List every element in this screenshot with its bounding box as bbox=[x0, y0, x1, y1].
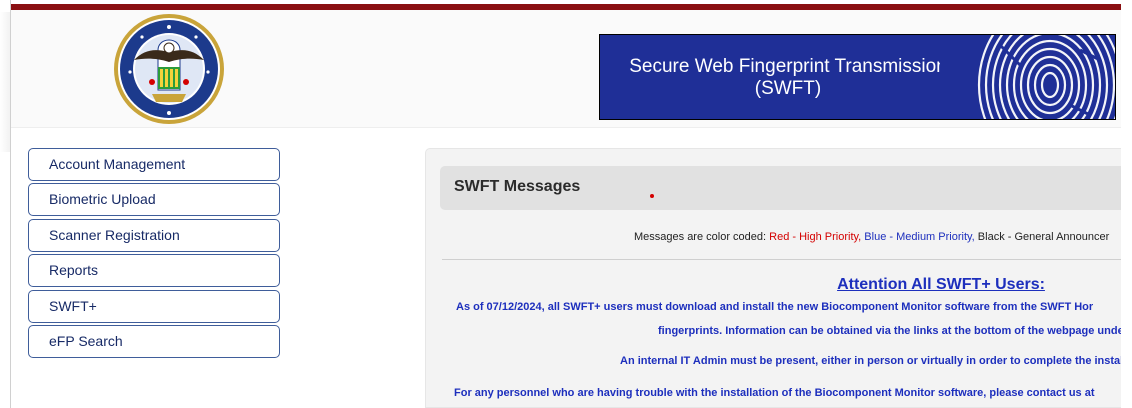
messages-header: SWFT Messages bbox=[440, 166, 1121, 210]
sidebar-item-reports[interactable]: Reports bbox=[28, 254, 280, 287]
color-legend: Messages are color coded: Red - High Pri… bbox=[634, 231, 1109, 243]
sidebar-item-account-management[interactable]: Account Management bbox=[28, 148, 280, 181]
message-line: For any personnel who are having trouble… bbox=[454, 387, 1095, 399]
swft-banner: Secure Web Fingerprint Transmission (SWF… bbox=[599, 34, 1116, 120]
message-line: As of 07/12/2024, all SWFT+ users must d… bbox=[456, 301, 1094, 313]
legend-medium-priority: Blue - Medium Priority, bbox=[861, 231, 975, 243]
banner-title: Secure Web Fingerprint Transmission bbox=[629, 56, 947, 77]
sidebar-item-scanner-registration[interactable]: Scanner Registration bbox=[28, 219, 280, 252]
messages-title: SWFT Messages bbox=[454, 178, 581, 195]
agency-seal-icon bbox=[114, 14, 224, 124]
fingerprint-icon bbox=[940, 35, 1115, 119]
sidebar-item-swft-plus[interactable]: SWFT+ bbox=[28, 290, 280, 323]
status-dot bbox=[650, 194, 654, 198]
legend-general: Black - General Announcer bbox=[974, 231, 1110, 243]
messages-panel: SWFT Messages Messages are color coded: … bbox=[425, 148, 1121, 408]
sidebar-item-biometric-upload[interactable]: Biometric Upload bbox=[28, 183, 280, 216]
legend-high-priority: Red - High Priority, bbox=[769, 231, 862, 243]
banner-subtitle: (SWFT) bbox=[754, 78, 822, 99]
left-shadow bbox=[0, 12, 10, 152]
message-line: fingerprints. Information can be obtaine… bbox=[658, 325, 1121, 337]
attention-title: Attention All SWFT+ Users: bbox=[837, 276, 1045, 293]
legend-prefix: Messages are color coded: bbox=[634, 231, 770, 243]
section-divider bbox=[442, 259, 1121, 260]
message-line: An internal IT Admin must be present, ei… bbox=[620, 355, 1121, 367]
sidebar-item-efp-search[interactable]: eFP Search bbox=[28, 325, 280, 358]
site-header: Secure Web Fingerprint Transmission (SWF… bbox=[11, 10, 1121, 128]
